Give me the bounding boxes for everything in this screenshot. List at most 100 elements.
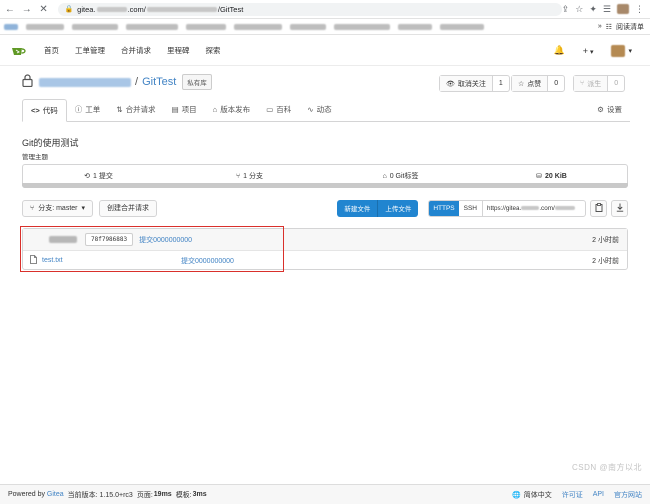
gitea-logo-icon[interactable] — [10, 44, 28, 58]
private-lock-icon — [22, 74, 33, 90]
menu-icon[interactable]: ⋮ — [635, 4, 644, 15]
branches-stat[interactable]: ⑂ 1 分支 — [174, 171, 325, 181]
repo-name-link[interactable]: GitTest — [142, 76, 176, 88]
watermark: CSDN @南方以北 — [571, 463, 642, 472]
bookmark-item[interactable] — [234, 23, 282, 30]
nav-home[interactable]: 首页 — [44, 45, 59, 56]
unwatch-button[interactable]: 👁 取消关注 — [440, 76, 493, 91]
file-commit-link[interactable]: 提交0000000000 — [181, 256, 234, 266]
star-button[interactable]: ☆ 点赞 — [512, 76, 549, 91]
size-stat: ⛁ 20 KiB — [476, 172, 627, 181]
watch-count[interactable]: 1 — [493, 80, 509, 87]
create-new-button[interactable]: + ▾ — [583, 46, 594, 56]
license-link[interactable]: 许可证 — [562, 490, 583, 500]
lock-icon: 🔒 — [64, 6, 74, 13]
tag-icon: ⌂ — [382, 172, 387, 180]
bookmark-item[interactable] — [26, 23, 64, 30]
tab-settings[interactable]: ⚙ 设置 — [589, 104, 630, 121]
fork-count[interactable]: 0 — [608, 80, 624, 87]
https-toggle[interactable]: HTTPS — [429, 200, 459, 216]
gitea-link[interactable]: Gitea — [47, 491, 64, 498]
download-button[interactable] — [611, 199, 628, 217]
bookmark-item[interactable] — [186, 23, 226, 30]
tab-issues[interactable]: ⓘ 工单 — [67, 104, 109, 121]
ssh-toggle[interactable]: SSH — [459, 200, 483, 216]
upload-file-button[interactable]: 上传文件 — [377, 199, 419, 217]
share-icon[interactable]: ⇪ — [562, 4, 570, 15]
repo-owner-link[interactable] — [39, 77, 131, 87]
profile-avatar[interactable] — [617, 4, 629, 14]
api-link[interactable]: API — [593, 491, 604, 498]
tags-count: 0 Git标签 — [389, 173, 419, 180]
tags-stat[interactable]: ⌂ 0 Git标签 — [325, 171, 476, 181]
tab-pull-requests[interactable]: ⇅ 合并请求 — [108, 104, 163, 121]
unwatch-label: 取消关注 — [457, 80, 486, 88]
language-selector[interactable]: 🌐 简体中文 — [512, 490, 552, 500]
new-file-button[interactable]: 新建文件 — [337, 199, 378, 217]
bookmark-item[interactable] — [4, 23, 18, 30]
issue-icon: ⓘ — [74, 105, 83, 114]
clone-url-input[interactable]: https://gitea. .com/ — [483, 205, 585, 212]
bookmark-item[interactable] — [440, 23, 484, 30]
pulse-icon: ∿ — [307, 105, 314, 114]
bookmark-item[interactable] — [72, 23, 118, 30]
template-time-label: 模板: — [175, 491, 192, 499]
language-label: 简体中文 — [523, 491, 552, 499]
page-time: 19ms — [153, 491, 172, 498]
new-pull-request-button[interactable]: 创建合并请求 — [99, 199, 158, 217]
back-icon[interactable]: ← — [3, 2, 17, 16]
chevron-down-icon: ▾ — [628, 47, 632, 55]
bookmark-item[interactable] — [334, 23, 390, 30]
nav-explore[interactable]: 探索 — [206, 45, 221, 56]
copy-url-button[interactable] — [590, 199, 607, 217]
table-row: test.txt 提交0000000000 2 小时前 — [23, 251, 627, 270]
star-icon: ☆ — [518, 80, 525, 88]
reading-list-label[interactable]: 阅读清单 — [616, 22, 644, 32]
notification-bell-icon[interactable]: 🔔 — [553, 45, 564, 56]
clone-url-redacted — [521, 205, 540, 210]
nav-issues[interactable]: 工单管理 — [75, 45, 105, 56]
tab-projects[interactable]: ▤ 项目 — [164, 104, 205, 121]
repo-description: Git的使用测试 — [22, 138, 79, 148]
bookmark-item[interactable] — [290, 23, 326, 30]
repo-size: 20 KiB — [545, 172, 567, 180]
tag-icon: ⌂ — [212, 105, 218, 114]
tab-code[interactable]: <> 代码 — [22, 99, 67, 122]
manage-topics-link[interactable]: 管理主题 — [22, 151, 48, 161]
chevron-down-icon: ▾ — [589, 48, 594, 56]
star-count[interactable]: 0 — [548, 80, 564, 87]
extension-icon[interactable]: ✦ — [589, 4, 597, 15]
more-bookmarks-icon[interactable]: » — [598, 23, 602, 30]
tab-activity[interactable]: ∿ 动态 — [299, 104, 339, 121]
bookmark-item[interactable] — [126, 23, 178, 30]
nav-pull-requests[interactable]: 合并请求 — [121, 45, 151, 56]
tab-wiki[interactable]: ▭ 百科 — [258, 104, 299, 121]
reading-list-icon[interactable]: ☰ — [603, 4, 611, 15]
copy-icon — [595, 202, 603, 214]
star-label: 点赞 — [527, 80, 542, 88]
gear-icon: ⚙ — [597, 105, 604, 114]
address-bar[interactable]: 🔒 gitea. .com/ /GitTest — [58, 2, 562, 16]
file-name-link[interactable]: test.txt — [42, 257, 63, 264]
tab-releases[interactable]: ⌂ 版本发布 — [205, 104, 259, 121]
nav-milestones[interactable]: 里程碑 — [167, 45, 190, 56]
eye-slash-icon: 👁 — [446, 80, 455, 88]
star-group: ☆ 点赞 0 — [511, 75, 566, 92]
branch-label: 分支: master — [38, 205, 78, 212]
clone-url-domain: .com/ — [539, 204, 555, 212]
user-menu[interactable]: ▾ — [611, 44, 632, 57]
stop-icon[interactable]: ✕ — [37, 2, 51, 16]
tab-label: 工单 — [85, 105, 101, 114]
commits-stat[interactable]: ⟲ 1 提交 — [23, 171, 174, 181]
fork-button[interactable]: ⑂ 派生 — [574, 76, 609, 91]
commit-author-avatar[interactable] — [49, 236, 77, 243]
commit-message-link[interactable]: 提交0000000000 — [139, 235, 192, 245]
website-link[interactable]: 官方网站 — [614, 490, 642, 500]
clone-url-redacted — [554, 205, 575, 210]
branch-dropdown[interactable]: ⑂ 分支: master ▾ — [22, 199, 94, 217]
star-bookmark-icon[interactable]: ☆ — [575, 4, 583, 15]
forward-icon[interactable]: → — [20, 2, 34, 16]
bookmark-item[interactable] — [398, 23, 432, 30]
private-badge: 私有库 — [182, 74, 212, 90]
commit-sha-link[interactable]: 78f7986883 — [85, 233, 134, 246]
